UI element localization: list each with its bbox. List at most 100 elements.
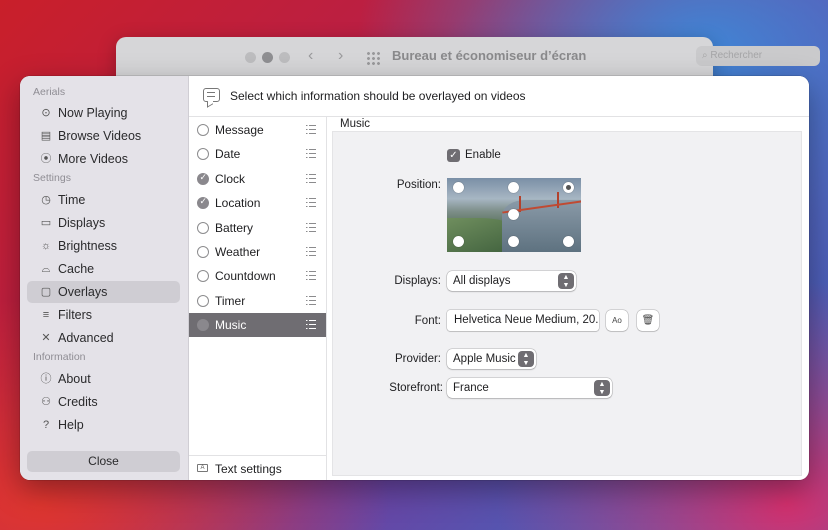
position-top-right[interactable] bbox=[563, 182, 574, 193]
checkbox[interactable] bbox=[197, 319, 209, 331]
list-item-date[interactable]: Date bbox=[189, 142, 326, 166]
checkbox[interactable] bbox=[197, 196, 209, 209]
position-bottom-center[interactable] bbox=[508, 236, 519, 247]
sidebar-item-cache[interactable]: ⌓ Cache bbox=[27, 258, 180, 280]
help-icon: ? bbox=[42, 419, 50, 431]
sidebar-item-more-videos[interactable]: ⦿ More Videos bbox=[27, 148, 180, 170]
sidebar-item-now-playing[interactable]: ⊙ Now Playing bbox=[27, 102, 180, 124]
font-picker-button[interactable]: Ao bbox=[606, 310, 628, 331]
message-icon bbox=[203, 88, 220, 102]
list-item-countdown[interactable]: Countdown bbox=[189, 264, 326, 288]
music-settings-panel: ✓ Enable Position: Displays: All display… bbox=[332, 131, 802, 476]
position-bottom-right[interactable] bbox=[563, 236, 574, 247]
list-item-label: Battery bbox=[215, 221, 254, 235]
position-label: Position: bbox=[396, 179, 441, 191]
text-settings-button[interactable]: A Text settings bbox=[189, 455, 326, 480]
sidebar-item-displays[interactable]: ▭ Displays bbox=[27, 212, 180, 234]
sidebar-item-overlays[interactable]: ▢ Overlays bbox=[27, 281, 180, 303]
sun-icon: ☼ bbox=[40, 240, 52, 252]
drag-handle-icon[interactable] bbox=[306, 198, 316, 207]
list-item-timer[interactable]: Timer bbox=[189, 289, 326, 313]
position-picker[interactable] bbox=[447, 178, 581, 252]
checkbox[interactable] bbox=[197, 124, 209, 136]
enable-checkbox[interactable]: ✓ bbox=[447, 149, 460, 162]
clock-icon: ◷ bbox=[41, 194, 51, 206]
sidebar: Aerials ⊙ Now Playing ▤ Browse Videos ⦿ … bbox=[20, 76, 189, 480]
list-item-label: Weather bbox=[215, 245, 261, 259]
sidebar-item-label: About bbox=[58, 372, 91, 386]
checkbox[interactable] bbox=[197, 222, 209, 234]
displays-label: Displays: bbox=[394, 275, 441, 287]
displays-popup[interactable]: All displays ▲ ▼ bbox=[447, 271, 576, 291]
drag-handle-icon[interactable] bbox=[306, 296, 316, 305]
provider-value: Apple Music bbox=[453, 353, 516, 365]
sidebar-item-about[interactable]: ⓘ About bbox=[27, 368, 180, 390]
grid-icon[interactable] bbox=[366, 51, 380, 65]
sidebar-item-label: Brightness bbox=[58, 239, 118, 253]
list-item-label: Clock bbox=[215, 172, 246, 186]
antenna-icon: ⦿ bbox=[40, 153, 52, 165]
back-button[interactable]: ‹ bbox=[308, 47, 313, 65]
checkbox[interactable] bbox=[197, 172, 209, 185]
list-item-label: Date bbox=[215, 147, 241, 161]
list-item-clock[interactable]: Clock bbox=[189, 167, 326, 191]
section-title-settings: Settings bbox=[33, 172, 71, 184]
sidebar-item-label: Advanced bbox=[58, 331, 114, 345]
sidebar-item-time[interactable]: ◷ Time bbox=[27, 189, 180, 211]
window-close-dot[interactable] bbox=[245, 52, 256, 63]
trash-icon[interactable]: 🗑 bbox=[637, 310, 659, 331]
checkbox[interactable] bbox=[197, 295, 209, 307]
info-icon: ⓘ bbox=[40, 373, 52, 385]
forward-button[interactable]: › bbox=[338, 47, 343, 65]
list-item-message[interactable]: Message bbox=[189, 118, 326, 142]
provider-popup[interactable]: Apple Music ▲ ▼ bbox=[447, 349, 536, 369]
checkbox[interactable] bbox=[197, 246, 209, 258]
section-title-aerials: Aerials bbox=[33, 86, 66, 98]
sidebar-item-brightness[interactable]: ☼ Brightness bbox=[27, 235, 180, 257]
position-bottom-left[interactable] bbox=[453, 236, 464, 247]
list-item-label: Countdown bbox=[215, 269, 276, 283]
provider-label: Provider: bbox=[394, 353, 441, 365]
drag-handle-icon[interactable] bbox=[306, 174, 316, 183]
font-field[interactable]: Helvetica Neue Medium, 20. bbox=[447, 310, 599, 331]
drag-handle-icon[interactable] bbox=[306, 149, 316, 158]
drag-handle-icon[interactable] bbox=[306, 223, 316, 232]
checkbox[interactable] bbox=[197, 270, 209, 282]
font-label: Font: bbox=[414, 315, 441, 327]
sidebar-item-label: Help bbox=[58, 418, 84, 432]
search-field[interactable]: ⌕ Rechercher bbox=[696, 46, 820, 66]
position-top-left[interactable] bbox=[453, 182, 464, 193]
list-item-label: Location bbox=[215, 196, 261, 210]
sidebar-item-label: Displays bbox=[58, 216, 106, 230]
enable-label: Enable bbox=[465, 149, 501, 161]
sidebar-item-advanced[interactable]: ✕ Advanced bbox=[27, 327, 180, 349]
play-circle-icon: ⊙ bbox=[41, 107, 51, 119]
sidebar-item-label: More Videos bbox=[58, 152, 128, 166]
drag-handle-icon[interactable] bbox=[306, 320, 316, 329]
drag-handle-icon[interactable] bbox=[306, 247, 316, 256]
storefront-popup[interactable]: France ▲ ▼ bbox=[447, 378, 612, 398]
sidebar-item-filters[interactable]: ≡ Filters bbox=[27, 304, 180, 326]
list-item-music[interactable]: Music bbox=[189, 313, 326, 337]
window-zoom-dot[interactable] bbox=[279, 52, 290, 63]
position-center[interactable] bbox=[508, 209, 519, 220]
sidebar-item-label: Browse Videos bbox=[58, 129, 142, 143]
window-minimize-dot[interactable] bbox=[262, 52, 273, 63]
chevron-up-down-icon: ▲ ▼ bbox=[594, 380, 610, 396]
displays-value: All displays bbox=[453, 275, 511, 287]
list-item-battery[interactable]: Battery bbox=[189, 216, 326, 240]
sidebar-item-label: Cache bbox=[58, 262, 95, 276]
sidebar-item-browse-videos[interactable]: ▤ Browse Videos bbox=[27, 125, 180, 147]
tools-icon: ✕ bbox=[41, 332, 51, 344]
checkbox[interactable] bbox=[197, 148, 209, 160]
sidebar-item-label: Credits bbox=[58, 395, 98, 409]
drag-handle-icon[interactable] bbox=[306, 125, 316, 134]
sidebar-item-label: Now Playing bbox=[58, 106, 128, 120]
list-item-location[interactable]: Location bbox=[189, 191, 326, 215]
position-top-center[interactable] bbox=[508, 182, 519, 193]
close-button[interactable]: Close bbox=[27, 451, 180, 472]
sidebar-item-help[interactable]: ? Help bbox=[27, 414, 180, 436]
drag-handle-icon[interactable] bbox=[306, 271, 316, 280]
list-item-weather[interactable]: Weather bbox=[189, 240, 326, 264]
sidebar-item-credits[interactable]: ⚇ Credits bbox=[27, 391, 180, 413]
